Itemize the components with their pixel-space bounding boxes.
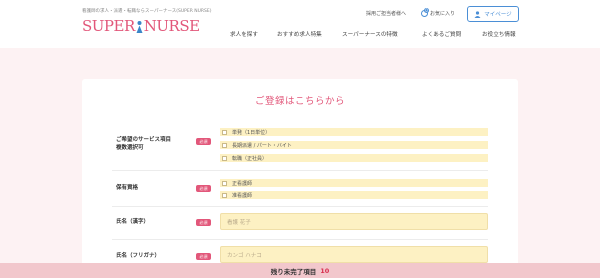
- favorite-count: 0: [424, 8, 429, 13]
- option-label: 正看護師: [232, 180, 253, 187]
- nav-item-search-jobs[interactable]: 求人を探す: [230, 30, 258, 38]
- checkbox[interactable]: [222, 129, 227, 135]
- service-label-line1: ご希望のサービス項目: [116, 137, 172, 143]
- name-kana-label: 氏名（フリガナ）: [116, 253, 161, 259]
- option-label: 准看護師: [232, 192, 253, 199]
- checkbox[interactable]: [222, 180, 227, 186]
- row-divider: [112, 239, 488, 240]
- service-label: ご希望のサービス項目 複数選択可: [116, 136, 171, 152]
- checkbox[interactable]: [222, 192, 227, 198]
- required-badge: 必須: [196, 185, 211, 192]
- form-title: ご登録はこちらから: [254, 96, 345, 107]
- user-icon: [474, 10, 481, 18]
- nav-item-useful-info[interactable]: お役立ち情報: [482, 30, 516, 38]
- row-divider: [112, 206, 488, 207]
- favorites-link[interactable]: 0 お気に入り: [421, 8, 456, 17]
- license-option-lpn[interactable]: 准看護師: [220, 191, 488, 199]
- nav-item-faq[interactable]: よくあるご質問: [422, 30, 461, 38]
- license-option-rn[interactable]: 正看護師: [220, 179, 488, 187]
- main-nav: 求人を探す おすすめ求人特集 スーパーナースの特徴 よくあるご質問 お役立ち情報: [0, 30, 600, 40]
- name-kana-input[interactable]: カンゴ ハナコ: [220, 246, 488, 263]
- mypage-label: マイページ: [484, 12, 512, 18]
- service-option-single-day[interactable]: 単発（1日単位）: [220, 128, 488, 136]
- service-option-full-time[interactable]: 転職（正社員）: [220, 154, 488, 162]
- mypage-button[interactable]: マイページ: [467, 6, 519, 22]
- nav-item-featured-jobs[interactable]: おすすめ求人特集: [277, 30, 322, 38]
- site-header: 看護師の求人・派遣・転職ならスーパーナース(SUPER NURSE) SUPER…: [0, 0, 600, 48]
- license-label: 保有資格: [116, 185, 139, 191]
- row-divider: [112, 170, 488, 171]
- checkbox[interactable]: [222, 142, 227, 148]
- hr-contact-link[interactable]: 採用ご担当者様へ: [366, 10, 406, 17]
- option-label: 長期派遣 / パート・バイト: [232, 142, 292, 149]
- favorite-icon: 0: [421, 8, 429, 17]
- site-tagline: 看護師の求人・派遣・転職ならスーパーナース(SUPER NURSE): [82, 9, 212, 14]
- required-badge: 必須: [196, 138, 211, 145]
- name-kanji-input[interactable]: 看護 花子: [220, 213, 488, 230]
- name-kanji-label: 氏名（漢字）: [116, 219, 150, 225]
- required-badge: 必須: [196, 253, 211, 260]
- option-label: 転職（正社員）: [232, 155, 268, 162]
- service-label-line2: 複数選択可: [116, 145, 144, 151]
- remaining-items-bar: 残り未完了項目 10: [0, 263, 600, 278]
- service-option-long-term[interactable]: 長期派遣 / パート・バイト: [220, 141, 488, 149]
- required-badge: 必須: [196, 219, 211, 226]
- remaining-items-label: 残り未完了項目: [270, 267, 317, 276]
- registration-form-card: ご登録はこちらから ご希望のサービス項目 複数選択可 必須 単発（1日単位） 長…: [82, 79, 518, 278]
- remaining-items-count: 10: [320, 266, 330, 275]
- checkbox[interactable]: [222, 155, 227, 161]
- option-label: 単発（1日単位）: [232, 129, 271, 136]
- nav-item-features[interactable]: スーパーナースの特徴: [342, 30, 398, 38]
- favorites-label: お気に入り: [430, 11, 456, 17]
